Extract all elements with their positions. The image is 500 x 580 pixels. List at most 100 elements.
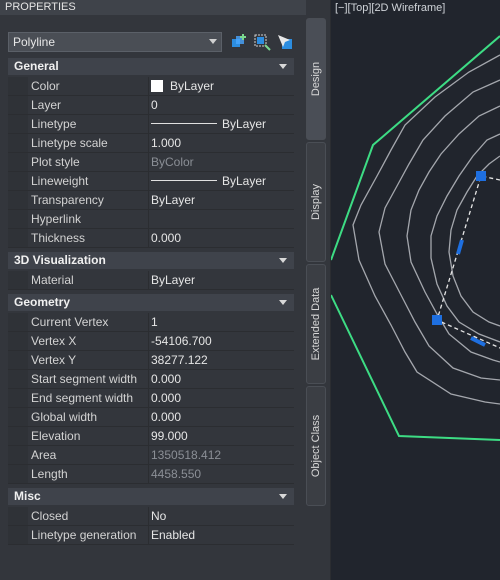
prop-value: ByColor (151, 155, 194, 169)
prop-label: Vertex Y (28, 351, 149, 369)
prop-value: 0.000 (151, 410, 182, 424)
object-type-value: Polyline (13, 35, 56, 49)
section-misc-title: Misc (14, 489, 41, 503)
prop-lineweight[interactable]: Lineweight ByLayer (8, 172, 294, 191)
prop-linetype-scale[interactable]: Linetype scale 1.000 (8, 134, 294, 153)
tab-design[interactable]: Design (306, 18, 326, 140)
collapse-chevron-icon (279, 300, 287, 305)
midpoint-grip (456, 239, 464, 255)
prop-closed[interactable]: Closed No (8, 507, 294, 526)
prop-label: Current Vertex (28, 313, 149, 331)
prop-material[interactable]: Material ByLayer (8, 271, 294, 290)
add-selected-icon[interactable] (230, 33, 248, 51)
prop-value: ByLayer (222, 174, 267, 188)
prop-start-segment-width[interactable]: Start segment width 0.000 (8, 370, 294, 389)
lineweight-preview (151, 180, 217, 181)
properties-palette: PROPERTIES Polyline General Color ByLaye… (0, 0, 330, 580)
boundary-polyline (331, 294, 500, 441)
prop-label: Length (28, 465, 149, 483)
prop-vertex-x[interactable]: Vertex X -54106.700 (8, 332, 294, 351)
prop-label: Linetype generation (28, 526, 149, 544)
prop-label: Thickness (28, 229, 149, 247)
prop-value: ByLayer (170, 79, 215, 93)
prop-layer[interactable]: Layer 0 (8, 96, 294, 115)
prop-label: Vertex X (28, 332, 149, 350)
prop-elevation[interactable]: Elevation 99.000 (8, 427, 294, 446)
prop-value: Enabled (151, 528, 196, 542)
prop-value: 4458.550 (151, 467, 202, 481)
contour-line (448, 155, 500, 327)
prop-value: 1.000 (151, 136, 182, 150)
midpoint-grip (470, 336, 486, 347)
prop-value: ByLayer (151, 193, 196, 207)
prop-label: Closed (28, 507, 149, 525)
prop-label: Global width (28, 408, 149, 426)
prop-label: Elevation (28, 427, 149, 445)
chevron-down-icon (209, 39, 217, 44)
color-swatch (151, 80, 163, 92)
quick-select-icon[interactable] (253, 33, 271, 51)
prop-end-segment-width[interactable]: End segment width 0.000 (8, 389, 294, 408)
prop-label: Lineweight (28, 172, 149, 190)
prop-value: ByLayer (151, 273, 196, 287)
prop-length[interactable]: Length 4458.550 (8, 465, 294, 484)
palette-title: PROPERTIES (0, 0, 306, 15)
drawing-viewport[interactable]: [−][Top][2D Wireframe] (331, 0, 500, 580)
section-general-title: General (14, 59, 59, 73)
prop-label: Linetype scale (28, 134, 149, 152)
section-3d-title: 3D Visualization (14, 253, 106, 267)
prop-label: Hyperlink (28, 210, 149, 228)
section-general[interactable]: General (8, 58, 294, 75)
prop-hyperlink[interactable]: Hyperlink (8, 210, 294, 229)
vertex-grip (476, 171, 486, 181)
prop-vertex-y[interactable]: Vertex Y 38277.122 (8, 351, 294, 370)
prop-label: Material (28, 271, 149, 289)
prop-label: Transparency (28, 191, 149, 209)
collapse-chevron-icon (279, 258, 287, 263)
prop-value: 99.000 (151, 429, 188, 443)
tab-label: Extended Data (310, 287, 322, 361)
tab-label: Object Class (310, 414, 322, 478)
drawing-canvas[interactable] (331, 0, 500, 580)
contour-line (352, 54, 500, 405)
select-objects-icon[interactable] (276, 33, 294, 51)
prop-value: 1 (151, 315, 158, 329)
tab-extended-data[interactable]: Extended Data (306, 264, 326, 384)
tab-label: Design (310, 61, 322, 97)
prop-label: Color (28, 77, 149, 95)
prop-color[interactable]: Color ByLayer (8, 77, 294, 96)
linetype-preview (151, 123, 217, 124)
vertex-grip (432, 315, 442, 325)
section-geometry[interactable]: Geometry (8, 294, 294, 311)
prop-global-width[interactable]: Global width 0.000 (8, 408, 294, 427)
tab-label: Display (310, 183, 322, 221)
prop-label: Area (28, 446, 149, 464)
section-misc[interactable]: Misc (8, 488, 294, 505)
prop-value: 1350518.412 (151, 448, 222, 462)
prop-value: 38277.122 (151, 353, 208, 367)
prop-value: ByLayer (222, 117, 267, 131)
prop-value: 0.000 (151, 231, 182, 245)
collapse-chevron-icon (279, 64, 287, 69)
prop-transparency[interactable]: Transparency ByLayer (8, 191, 294, 210)
section-geometry-title: Geometry (14, 295, 71, 309)
prop-area[interactable]: Area 1350518.412 (8, 446, 294, 465)
object-type-dropdown[interactable]: Polyline (8, 32, 222, 52)
prop-value: 0.000 (151, 372, 182, 386)
prop-linetype-generation[interactable]: Linetype generation Enabled (8, 526, 294, 545)
prop-value: No (151, 509, 167, 523)
tab-object-class[interactable]: Object Class (306, 386, 326, 506)
prop-value: 0.000 (151, 391, 182, 405)
prop-value (151, 210, 294, 228)
tab-display[interactable]: Display (306, 142, 326, 262)
prop-value: 0 (151, 98, 158, 112)
contour-line (430, 133, 500, 343)
prop-plot-style[interactable]: Plot style ByColor (8, 153, 294, 172)
prop-value: -54106.700 (151, 334, 212, 348)
prop-linetype[interactable]: Linetype ByLayer (8, 115, 294, 134)
prop-label: Start segment width (28, 370, 149, 388)
prop-current-vertex[interactable]: Current Vertex 1 (8, 313, 294, 332)
prop-label: End segment width (28, 389, 149, 407)
prop-thickness[interactable]: Thickness 0.000 (8, 229, 294, 248)
section-3d-visualization[interactable]: 3D Visualization (8, 252, 294, 269)
